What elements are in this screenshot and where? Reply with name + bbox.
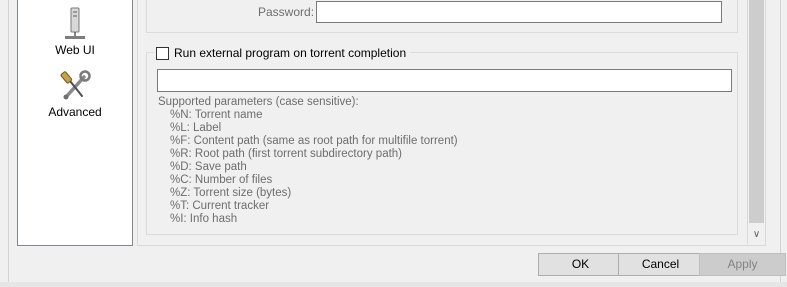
web-ui-tower-icon	[65, 7, 85, 39]
param-item: %T: Current tracker	[170, 200, 270, 212]
window-frame-bottom	[0, 282, 787, 287]
sidebar-item-web-ui[interactable]: Web UI	[18, 7, 132, 57]
content-vertical-scrollbar[interactable]: ∨	[747, 0, 765, 244]
param-item: %R: Root path (first torrent subdirector…	[170, 148, 403, 160]
sidebar-item-advanced[interactable]: Advanced	[18, 69, 132, 119]
ok-button[interactable]: OK	[538, 253, 623, 276]
sidebar-item-label: Web UI	[55, 43, 95, 57]
param-item: %I: Info hash	[170, 213, 238, 225]
options-sidebar: Web UI Advanced	[17, 0, 133, 246]
cancel-button[interactable]: Cancel	[618, 253, 703, 276]
params-header: Supported parameters (case sensitive):	[158, 96, 359, 108]
wrench-screwdriver-icon	[60, 70, 91, 100]
param-item: %L: Label	[170, 122, 222, 134]
run-external-program-checkbox[interactable]	[156, 46, 169, 60]
password-label: Password:	[258, 5, 315, 19]
param-item: %F: Content path (same as root path for …	[170, 135, 458, 147]
run-external-program-label[interactable]: Run external program on torrent completi…	[174, 46, 406, 60]
apply-button[interactable]: Apply	[699, 253, 786, 276]
window-frame-right	[780, 0, 787, 287]
password-field[interactable]	[316, 1, 722, 23]
scrollbar-thumb[interactable]	[749, 0, 764, 223]
supported-parameters-help: Supported parameters (case sensitive): %…	[158, 96, 458, 226]
param-item: %Z: Torrent size (bytes)	[170, 187, 292, 199]
run-external-program-toggle[interactable]: Run external program on torrent completi…	[154, 45, 411, 61]
window-frame-left	[0, 0, 9, 287]
external-program-command-input[interactable]	[157, 69, 732, 92]
param-item: %D: Save path	[170, 161, 247, 173]
scroll-down-arrow-icon[interactable]: ∨	[748, 226, 765, 243]
sidebar-item-label: Advanced	[48, 105, 102, 119]
param-item: %C: Number of files	[170, 174, 273, 186]
param-item: %N: Torrent name	[170, 109, 263, 121]
